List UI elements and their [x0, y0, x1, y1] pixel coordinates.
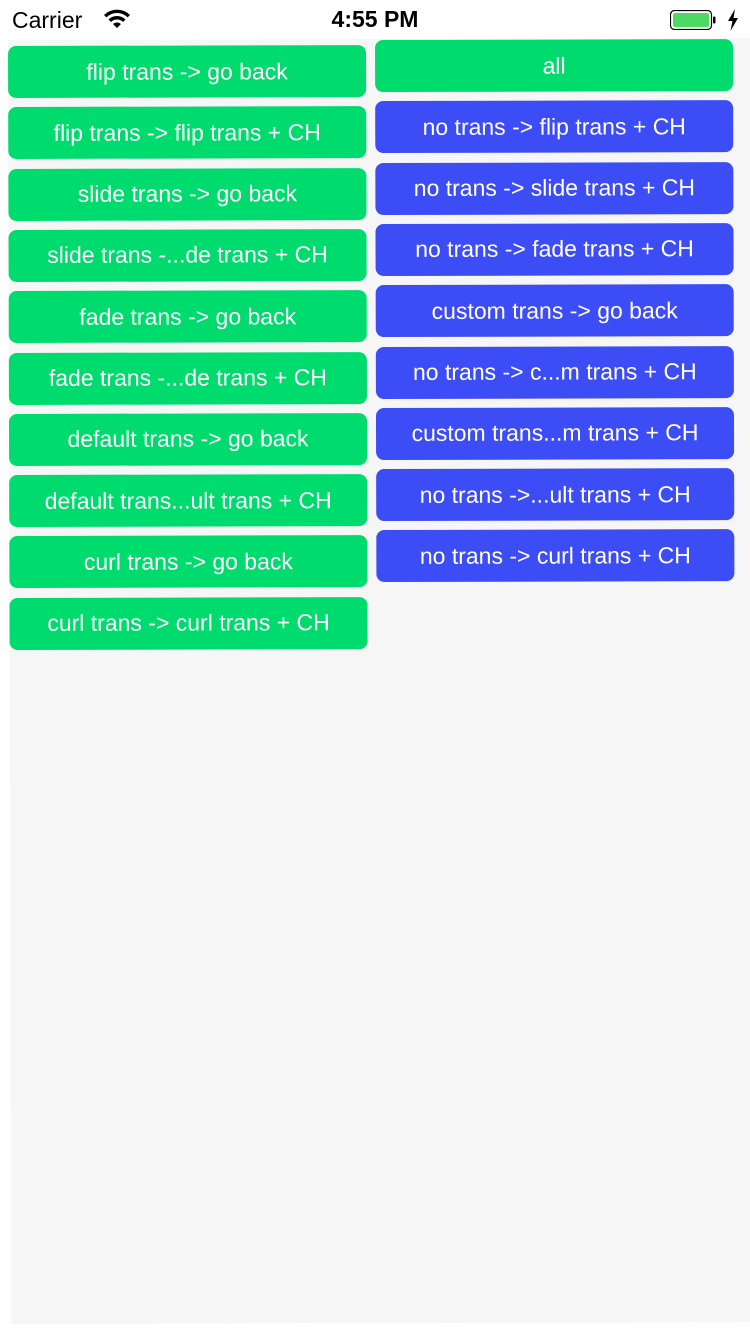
- button-flip-trans-flip-trans-ch[interactable]: flip trans -> flip trans + CH: [8, 106, 367, 160]
- bolt-icon: [728, 9, 738, 31]
- button-no-trans-slide-trans-ch[interactable]: no trans -> slide trans + CH: [375, 161, 734, 215]
- button-no-trans-curl-trans-ch[interactable]: no trans -> curl trans + CH: [376, 529, 735, 583]
- button-flip-trans-go-back[interactable]: flip trans -> go back: [8, 45, 367, 98]
- battery-icon: [670, 10, 716, 30]
- button-slide-trans-go-back[interactable]: slide trans -> go back: [8, 167, 367, 221]
- button-default-trans-go-back[interactable]: default trans -> go back: [8, 412, 368, 466]
- button-no-trans-flip-trans-ch[interactable]: no trans -> flip trans + CH: [375, 100, 734, 154]
- button-no-trans-c-m-trans-ch[interactable]: no trans -> c...m trans + CH: [375, 345, 734, 399]
- button-slide-trans-de-trans-ch[interactable]: slide trans -...de trans + CH: [8, 228, 367, 282]
- button-custom-trans-go-back[interactable]: custom trans -> go back: [375, 284, 734, 338]
- button-fade-trans-de-trans-ch[interactable]: fade trans -...de trans + CH: [8, 351, 367, 405]
- status-bar: Carrier 4:55 PM: [0, 0, 750, 40]
- button-fade-trans-go-back[interactable]: fade trans -> go back: [8, 290, 367, 344]
- button-default-trans-ult-trans-ch[interactable]: default trans...ult trans + CH: [9, 474, 368, 528]
- button-all[interactable]: all: [375, 39, 734, 93]
- right-button-column: all no trans -> flip trans + CH no trans -…: [375, 38, 735, 583]
- button-curl-trans-curl-trans-ch[interactable]: curl trans -> curl trans + CH: [9, 596, 368, 650]
- button-no-trans-fade-trans-ch[interactable]: no trans -> fade trans + CH: [375, 222, 734, 276]
- clock: 4:55 PM: [331, 6, 419, 32]
- button-grid: flip trans -> go back flip trans -> flip …: [8, 38, 750, 1324]
- left-button-column: flip trans -> go back flip trans -> flip …: [8, 39, 368, 650]
- button-curl-trans-go-back[interactable]: curl trans -> go back: [9, 535, 368, 589]
- button-custom-trans-m-trans-ch[interactable]: custom trans...m trans + CH: [375, 406, 735, 460]
- button-no-trans-ult-trans-ch[interactable]: no trans ->...ult trans + CH: [376, 468, 735, 522]
